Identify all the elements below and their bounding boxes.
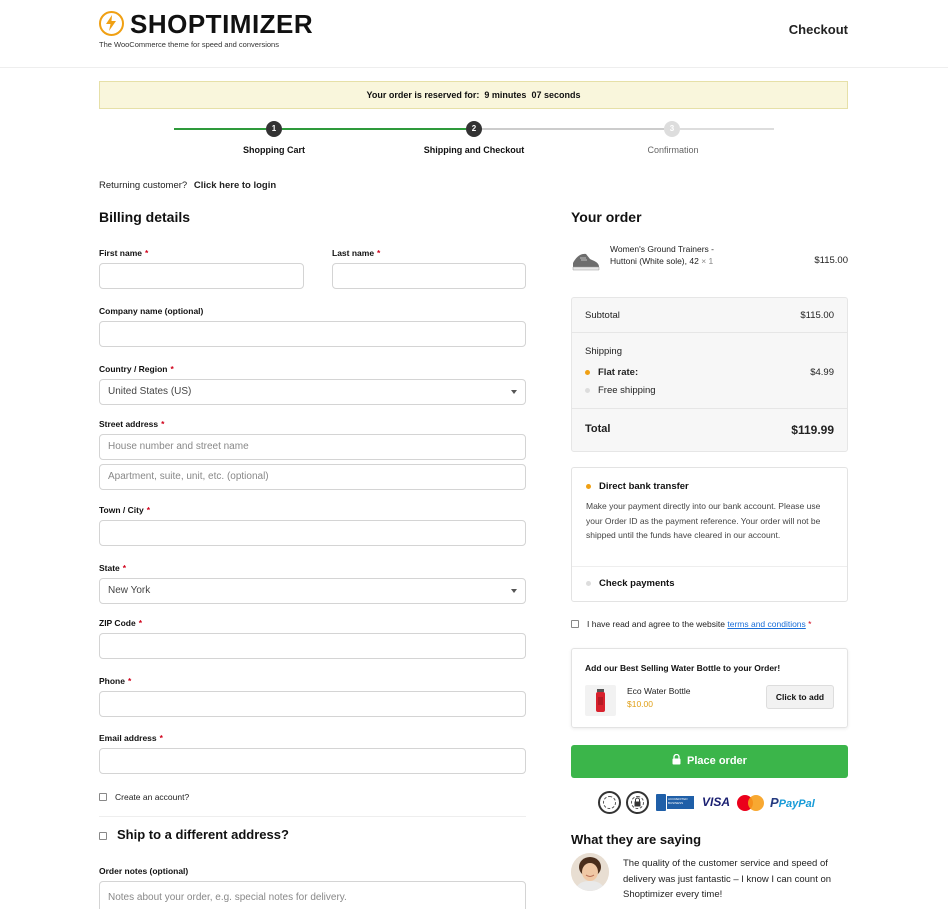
logo-text: SHOPTIMIZER [130,9,314,39]
terms-label: I have read and agree to the website ter… [587,619,812,629]
total-row: Total $119.99 [585,423,834,437]
step-line-todo [680,128,774,130]
bbb-badge-icon: ACCREDITED BUSINESS [656,794,694,811]
bank-transfer-description: Make your payment directly into our bank… [586,501,821,541]
city-label: Town / City * [99,505,151,515]
ship-different-label: Ship to a different address? [117,827,289,842]
shipping-label: Shipping [585,346,622,357]
visa-icon: VISA [702,795,731,809]
ship-different-checkbox[interactable] [99,832,107,840]
terms-checkbox[interactable] [571,620,579,628]
place-order-button[interactable]: Place order [571,745,848,778]
free-shipping-option[interactable]: Free shipping [585,385,834,396]
first-name-label: First name * [99,248,149,258]
testimonial-title: What they are saying [571,832,702,847]
guarantee-badge-icon [598,791,621,814]
step-line-todo [482,128,664,130]
zip-label: ZIP Code * [99,618,142,628]
timer-seconds: 07 seconds [531,90,581,100]
customer-avatar [571,853,609,891]
radio-selected-icon [586,483,591,489]
city-input[interactable] [99,520,526,546]
chevron-down-icon [511,390,517,394]
radio-unselected-icon [586,580,591,586]
radio-unselected-icon [585,387,590,393]
step-label-shipping: Shipping and Checkout [423,145,525,155]
chevron-down-icon [511,589,517,593]
product-thumbnail [571,246,601,274]
returning-customer: Returning customer? Click here to login [99,180,276,191]
bank-transfer-option[interactable]: Direct bank transfer [586,481,689,492]
first-name-input[interactable] [99,263,304,289]
water-bottle-image [585,685,616,716]
product-qty: × 1 [701,256,714,266]
zip-input[interactable] [99,633,526,659]
order-notes-label: Order notes (optional) [99,866,189,876]
bolt-icon [99,11,124,36]
product-name: Women's Ground Trainers - Huttoni (White… [610,244,714,266]
company-input[interactable] [99,321,526,347]
upsell-box: Add our Best Selling Water Bottle to you… [571,648,848,728]
check-payments-option[interactable]: Check payments [586,578,675,589]
trust-badges: ACCREDITED BUSINESS VISA PPayPal [598,790,838,814]
timer-text: Your order is reserved for: [366,90,480,100]
state-select[interactable]: New York [99,578,526,604]
lock-icon [672,753,681,765]
checkout-steps: 1 2 3 Shopping Cart Shipping and Checkou… [100,118,848,158]
upsell-product-price: $10.00 [627,699,653,709]
create-account-label: Create an account? [115,792,190,802]
mastercard-icon [737,795,764,811]
login-link[interactable]: Click here to login [194,180,276,191]
order-notes-textarea[interactable]: Notes about your order, e.g. special not… [99,881,526,909]
country-label: Country / Region * [99,364,174,374]
subtotal-row: Subtotal $115.00 [585,310,834,321]
street-input-1[interactable]: House number and street name [99,434,526,460]
step-label-cart[interactable]: Shopping Cart [243,145,305,155]
timer-minutes: 9 minutes [484,90,527,100]
flat-rate-option[interactable]: Flat rate: $4.99 [585,367,834,378]
billing-title: Billing details [99,209,191,225]
create-account-checkbox[interactable] [99,793,107,801]
click-to-add-button[interactable]: Click to add [766,685,834,709]
logo-tagline: The WooCommerce theme for speed and conv… [99,40,279,49]
radio-selected-icon [585,369,590,375]
company-label: Company name (optional) [99,306,204,316]
upsell-product-name: Eco Water Bottle [627,686,691,696]
site-header: SHOPTIMIZER The WooCommerce theme for sp… [0,0,948,68]
secure-badge-icon [626,791,649,814]
last-name-label: Last name * [332,248,381,258]
reservation-timer: Your order is reserved for: 9 minutes 07… [99,81,848,109]
step-dot-2: 2 [466,121,482,137]
email-label: Email address * [99,733,163,743]
street-label: Street address * [99,419,165,429]
your-order-title: Your order [571,209,642,225]
phone-label: Phone * [99,676,132,686]
phone-input[interactable] [99,691,526,717]
product-price: $115.00 [814,255,848,266]
page-title: Checkout [788,22,848,37]
divider [99,816,526,817]
last-name-input[interactable] [332,263,526,289]
payment-methods: Direct bank transfer Make your payment d… [571,467,848,602]
upsell-title: Add our Best Selling Water Bottle to you… [585,663,781,673]
street-input-2[interactable]: Apartment, suite, unit, etc. (optional) [99,464,526,490]
order-totals: Subtotal $115.00 Shipping Flat rate: $4.99… [571,297,848,452]
paypal-icon: PPayPal [770,795,815,810]
terms-link[interactable]: terms and conditions [727,619,805,629]
step-line-done [174,128,266,130]
testimonial-text: The quality of the customer service and … [623,858,832,900]
state-label: State * [99,563,127,573]
step-dot-1[interactable]: 1 [266,121,282,137]
step-label-confirmation: Confirmation [647,145,699,155]
country-select[interactable]: United States (US) [99,379,526,405]
email-input[interactable] [99,748,526,774]
returning-text: Returning customer? [99,180,188,191]
step-line-done [282,128,466,130]
step-dot-3: 3 [664,121,680,137]
